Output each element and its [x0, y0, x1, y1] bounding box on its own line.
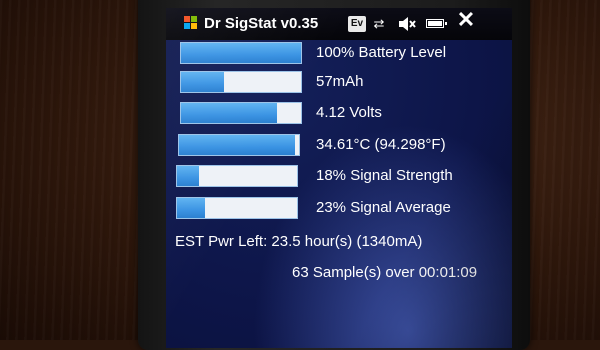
stat-progress-bar	[180, 71, 302, 93]
stat-progress-fill	[177, 198, 205, 218]
title-bar: Dr SigStat v0.35 Ev ⇄ ✕	[166, 8, 512, 40]
stat-label: 34.61°C (94.298°F)	[316, 136, 446, 153]
phone-screen: Dr SigStat v0.35 Ev ⇄ ✕ 100% Battery Lev…	[166, 8, 512, 348]
windows-start-icon[interactable]	[184, 16, 198, 30]
stat-label: 57mAh	[316, 73, 364, 90]
stat-label: 4.12 Volts	[316, 104, 382, 121]
stat-progress-bar	[178, 134, 300, 156]
stat-row: 23% Signal Average	[166, 196, 512, 222]
stat-row: 18% Signal Strength	[166, 164, 512, 190]
stat-progress-fill	[181, 72, 225, 92]
stat-label: 18% Signal Strength	[316, 167, 453, 184]
samples-text: 63 Sample(s) over 00:01:09	[292, 264, 478, 281]
battery-icon[interactable]	[426, 19, 447, 28]
app-title: Dr SigStat v0.35	[204, 15, 319, 32]
ev-icon[interactable]: Ev	[348, 16, 366, 32]
speaker-mute-icon[interactable]	[398, 16, 416, 32]
sync-icon[interactable]: ⇄	[371, 16, 387, 32]
stat-progress-fill	[181, 103, 277, 123]
stat-label: 100% Battery Level	[316, 44, 447, 61]
stat-row: 4.12 Volts	[166, 101, 512, 127]
stat-progress-bar	[176, 197, 298, 219]
stat-progress-fill	[179, 135, 296, 155]
stat-progress-fill	[177, 166, 199, 186]
stat-row: 57mAh	[166, 70, 512, 96]
stat-row: 34.61°C (94.298°F)	[166, 133, 512, 159]
stat-row: 100% Battery Level	[166, 41, 512, 67]
close-icon[interactable]: ✕	[456, 9, 476, 31]
stat-progress-bar	[176, 165, 298, 187]
stat-label: 23% Signal Average	[316, 199, 451, 216]
stat-progress-bar	[180, 42, 302, 64]
est-power-text: EST Pwr Left: 23.5 hour(s) (1340mA)	[175, 233, 423, 250]
stat-progress-bar	[180, 102, 302, 124]
stat-progress-fill	[181, 43, 301, 63]
